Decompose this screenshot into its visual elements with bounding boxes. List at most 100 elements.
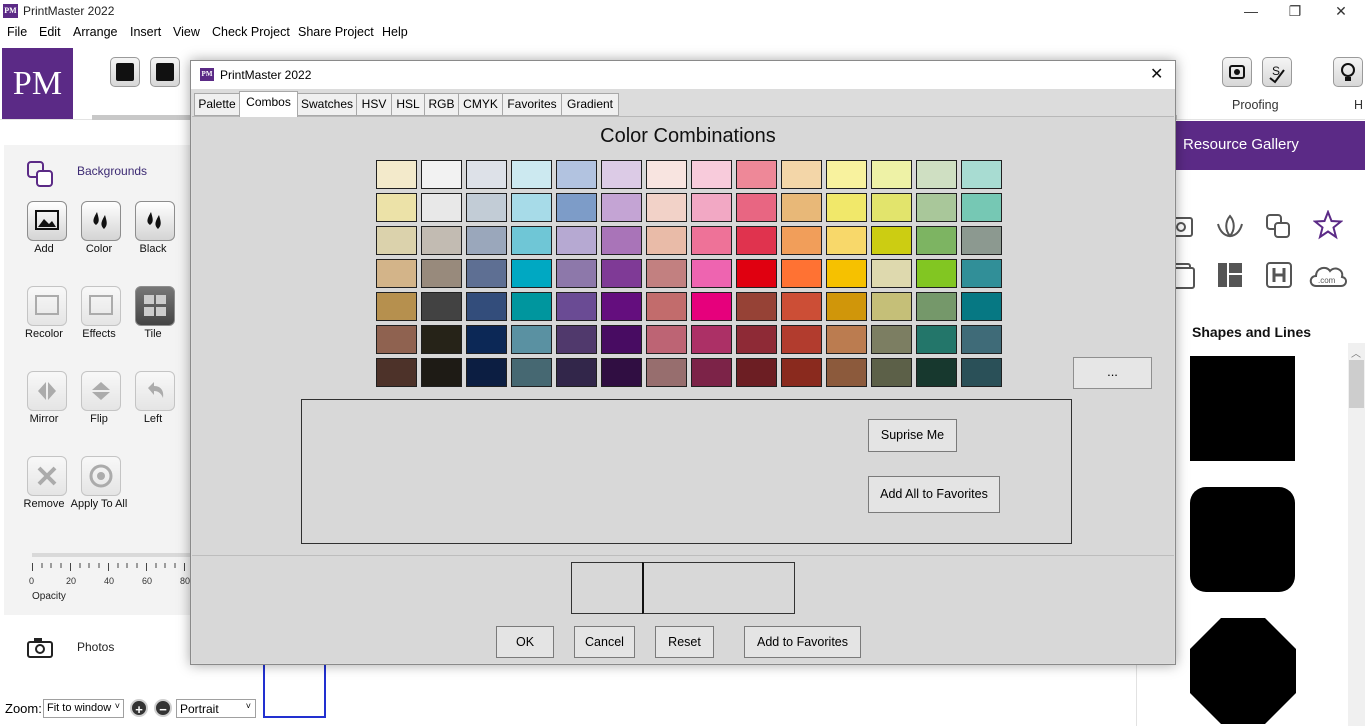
color-swatch[interactable] — [646, 160, 687, 189]
color-background-button[interactable] — [81, 201, 121, 241]
tab-hsl[interactable]: HSL — [391, 93, 425, 116]
color-swatch[interactable] — [466, 358, 507, 387]
spellcheck-icon[interactable]: S — [1262, 57, 1292, 87]
color-swatch[interactable] — [601, 160, 642, 189]
color-swatch[interactable] — [511, 358, 552, 387]
lightbulb-icon[interactable] — [1333, 57, 1363, 87]
color-swatch[interactable] — [511, 193, 552, 222]
color-swatch[interactable] — [916, 325, 957, 354]
color-swatch[interactable] — [601, 193, 642, 222]
color-swatch[interactable] — [646, 226, 687, 255]
color-swatch[interactable] — [646, 259, 687, 288]
color-swatch[interactable] — [781, 160, 822, 189]
tab-favorites[interactable]: Favorites — [502, 93, 562, 116]
color-swatch[interactable] — [736, 259, 777, 288]
tab-hsv[interactable]: HSV — [356, 93, 392, 116]
color-swatch[interactable] — [826, 226, 867, 255]
color-swatch[interactable] — [826, 193, 867, 222]
color-swatch[interactable] — [466, 259, 507, 288]
menu-insert[interactable]: Insert — [130, 25, 161, 39]
color-swatch[interactable] — [376, 259, 417, 288]
tab-palette[interactable]: Palette — [194, 93, 240, 116]
add-background-button[interactable] — [27, 201, 67, 241]
shapes-icon[interactable] — [1264, 212, 1294, 242]
color-swatch[interactable] — [511, 292, 552, 321]
color-swatch[interactable] — [556, 325, 597, 354]
surprise-me-button[interactable]: Suprise Me — [868, 419, 957, 452]
square-shape[interactable] — [1190, 356, 1295, 461]
color-swatch[interactable] — [916, 226, 957, 255]
recolor-button[interactable] — [27, 286, 67, 326]
color-swatch[interactable] — [421, 259, 462, 288]
color-swatch[interactable] — [601, 292, 642, 321]
color-swatch[interactable] — [421, 193, 462, 222]
color-swatch[interactable] — [781, 193, 822, 222]
color-swatch[interactable] — [376, 358, 417, 387]
color-swatch[interactable] — [511, 325, 552, 354]
star-icon[interactable] — [1313, 210, 1343, 240]
tile-button[interactable] — [135, 286, 175, 326]
color-swatch[interactable] — [916, 292, 957, 321]
new-project-icon[interactable] — [110, 57, 140, 87]
tab-combos[interactable]: Combos — [239, 91, 298, 117]
color-swatch[interactable] — [556, 259, 597, 288]
dialog-close-button[interactable]: ✕ — [1150, 64, 1163, 84]
color-swatch[interactable] — [691, 226, 732, 255]
color-swatch[interactable] — [646, 193, 687, 222]
color-swatch[interactable] — [826, 358, 867, 387]
color-swatch[interactable] — [601, 259, 642, 288]
color-swatch[interactable] — [556, 358, 597, 387]
color-swatch[interactable] — [961, 358, 1002, 387]
rounded-square-shape[interactable] — [1190, 487, 1295, 592]
color-swatch[interactable] — [511, 226, 552, 255]
color-swatch[interactable] — [376, 193, 417, 222]
ok-button[interactable]: OK — [496, 626, 554, 658]
color-swatch[interactable] — [736, 358, 777, 387]
mirror-button[interactable] — [27, 371, 67, 411]
color-swatch[interactable] — [871, 226, 912, 255]
color-swatch[interactable] — [961, 259, 1002, 288]
color-swatch[interactable] — [691, 325, 732, 354]
color-swatch[interactable] — [466, 193, 507, 222]
zoom-select[interactable]: Fit to window ˅ — [43, 699, 124, 718]
layout-icon[interactable] — [1215, 260, 1245, 290]
color-swatch[interactable] — [691, 358, 732, 387]
color-swatch[interactable] — [556, 160, 597, 189]
color-swatch[interactable] — [826, 292, 867, 321]
remove-button[interactable] — [27, 456, 67, 496]
rotate-left-button[interactable] — [135, 371, 175, 411]
color-swatch[interactable] — [511, 160, 552, 189]
zoom-in-button[interactable]: + — [130, 699, 148, 717]
color-swatch[interactable] — [736, 325, 777, 354]
menu-edit[interactable]: Edit — [39, 25, 61, 39]
color-swatch[interactable] — [916, 358, 957, 387]
open-folder-icon[interactable] — [150, 57, 180, 87]
color-swatch[interactable] — [961, 193, 1002, 222]
color-swatch[interactable] — [466, 292, 507, 321]
color-swatch[interactable] — [376, 325, 417, 354]
color-swatch[interactable] — [466, 325, 507, 354]
menu-arrange[interactable]: Arrange — [73, 25, 117, 39]
color-swatch[interactable] — [781, 292, 822, 321]
color-swatch[interactable] — [916, 160, 957, 189]
close-button[interactable]: ✕ — [1326, 2, 1356, 20]
apply-to-all-button[interactable] — [81, 456, 121, 496]
color-swatch[interactable] — [601, 226, 642, 255]
color-swatch[interactable] — [916, 259, 957, 288]
color-swatch[interactable] — [601, 325, 642, 354]
color-swatch[interactable] — [781, 325, 822, 354]
color-swatch[interactable] — [556, 292, 597, 321]
color-swatch[interactable] — [646, 292, 687, 321]
color-swatch[interactable] — [646, 325, 687, 354]
gallery-scroll-thumb[interactable] — [1349, 360, 1364, 408]
orientation-select[interactable]: Portrait ˅ — [176, 699, 256, 718]
color-swatch[interactable] — [466, 226, 507, 255]
color-swatch[interactable] — [871, 325, 912, 354]
color-swatch[interactable] — [736, 292, 777, 321]
color-swatch[interactable] — [871, 259, 912, 288]
effects-button[interactable] — [81, 286, 121, 326]
color-swatch[interactable] — [826, 325, 867, 354]
color-swatch[interactable] — [511, 259, 552, 288]
tab-gradient[interactable]: Gradient — [561, 93, 619, 116]
color-swatch[interactable] — [556, 226, 597, 255]
